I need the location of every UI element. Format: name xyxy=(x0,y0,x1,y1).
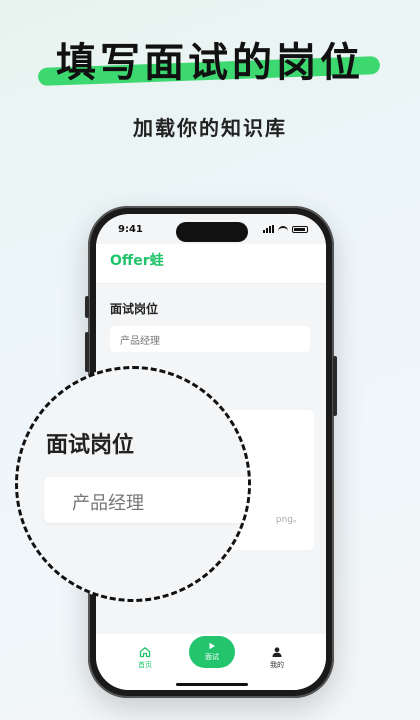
status-time: 9:41 xyxy=(118,223,143,235)
app-title: Offer蛙 xyxy=(110,253,164,269)
promo-headline: 填写面试的岗位 xyxy=(56,40,364,86)
upload-hint: png。 xyxy=(275,515,302,525)
home-icon xyxy=(139,647,151,658)
position-label: 面试岗位 xyxy=(110,302,159,316)
start-interview-button[interactable]: 面试 xyxy=(189,636,235,668)
dynamic-island xyxy=(176,222,248,242)
app-header: Offer蛙 xyxy=(96,244,326,284)
tab-home[interactable]: 首页 xyxy=(125,646,165,670)
start-interview-label: 面试 xyxy=(205,653,219,661)
tab-profile[interactable]: 我的 xyxy=(257,646,297,670)
magnified-position-label: 面试岗位 xyxy=(46,433,135,458)
phone-side-button xyxy=(85,296,89,318)
home-indicator xyxy=(176,683,248,686)
status-icons xyxy=(263,225,308,233)
battery-icon xyxy=(292,225,308,233)
promo-subline: 加载你的知识库 xyxy=(133,116,287,140)
signal-icon xyxy=(263,225,274,233)
position-input[interactable]: 产品经理 xyxy=(110,326,310,352)
tab-home-label: 首页 xyxy=(138,661,152,669)
magnified-position-input: 产品经理 xyxy=(44,477,248,523)
phone-volume-up-button xyxy=(85,332,89,372)
tab-profile-label: 我的 xyxy=(270,661,284,669)
phone-power-button xyxy=(333,356,337,416)
play-icon xyxy=(209,642,215,650)
wifi-icon xyxy=(278,225,288,233)
person-icon xyxy=(272,647,282,657)
zoom-magnifier: 面试岗位 产品经理 xyxy=(15,366,251,602)
